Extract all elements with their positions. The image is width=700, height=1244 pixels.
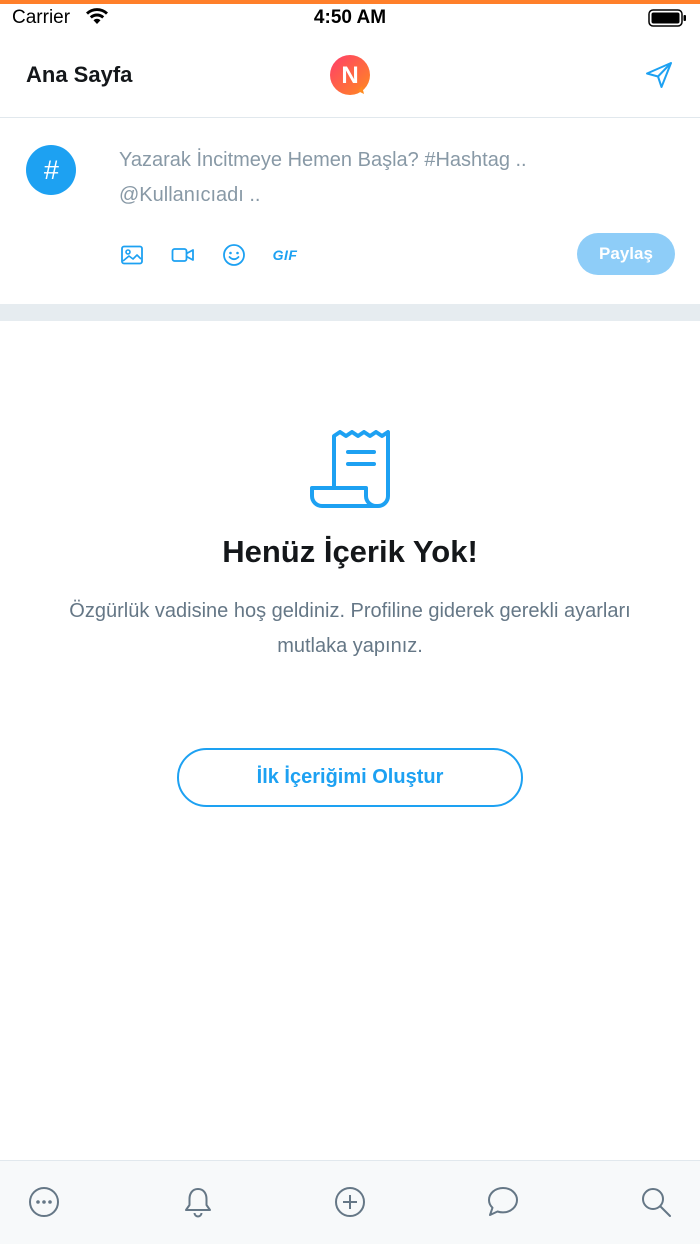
tab-bar <box>0 1160 700 1244</box>
create-first-post-button[interactable]: İlk İçeriğimi Oluştur <box>177 748 523 807</box>
tab-notifications[interactable] <box>181 1185 215 1219</box>
share-button[interactable]: Paylaş <box>577 233 675 275</box>
section-divider <box>0 304 700 321</box>
composer-toolbar: GIF <box>119 242 323 268</box>
battery-icon <box>648 9 686 27</box>
navigation-bar: Ana Sayfa N <box>0 34 700 118</box>
image-icon <box>121 245 143 265</box>
tab-search[interactable] <box>639 1185 673 1219</box>
tab-more[interactable] <box>27 1185 61 1219</box>
tab-add[interactable] <box>333 1185 367 1219</box>
more-icon <box>29 1187 59 1217</box>
messages-icon <box>488 1187 518 1216</box>
status-bar: Carrier 4:50 AM <box>0 4 700 34</box>
app-logo: N <box>330 55 370 95</box>
empty-state-title: Henüz İçerik Yok! <box>222 534 478 569</box>
emoji-icon <box>223 244 245 266</box>
gif-icon: GIF <box>272 247 298 263</box>
add-emoji-button[interactable] <box>221 242 247 268</box>
send-icon[interactable] <box>644 60 674 90</box>
hashtag-avatar: # <box>26 145 76 195</box>
add-image-button[interactable] <box>119 242 145 268</box>
tab-messages[interactable] <box>486 1185 520 1219</box>
add-gif-button[interactable]: GIF <box>272 242 298 268</box>
post-composer: # Yazarak İncitmeye Hemen Başla? #Hashta… <box>0 118 700 304</box>
add-icon <box>335 1187 365 1217</box>
page-title: Ana Sayfa <box>26 62 133 87</box>
composer-input[interactable]: Yazarak İncitmeye Hemen Başla? #Hashtag … <box>119 143 619 213</box>
add-video-button[interactable] <box>170 242 196 268</box>
clock-time: 4:50 AM <box>313 7 387 28</box>
logo-letter: N <box>341 62 358 89</box>
bell-icon <box>185 1188 211 1218</box>
video-icon <box>171 248 194 262</box>
empty-state-description: Özgürlük vadisine hoş geldiniz. Profilin… <box>69 600 631 657</box>
receipt-icon <box>310 430 390 508</box>
search-icon <box>642 1188 671 1217</box>
